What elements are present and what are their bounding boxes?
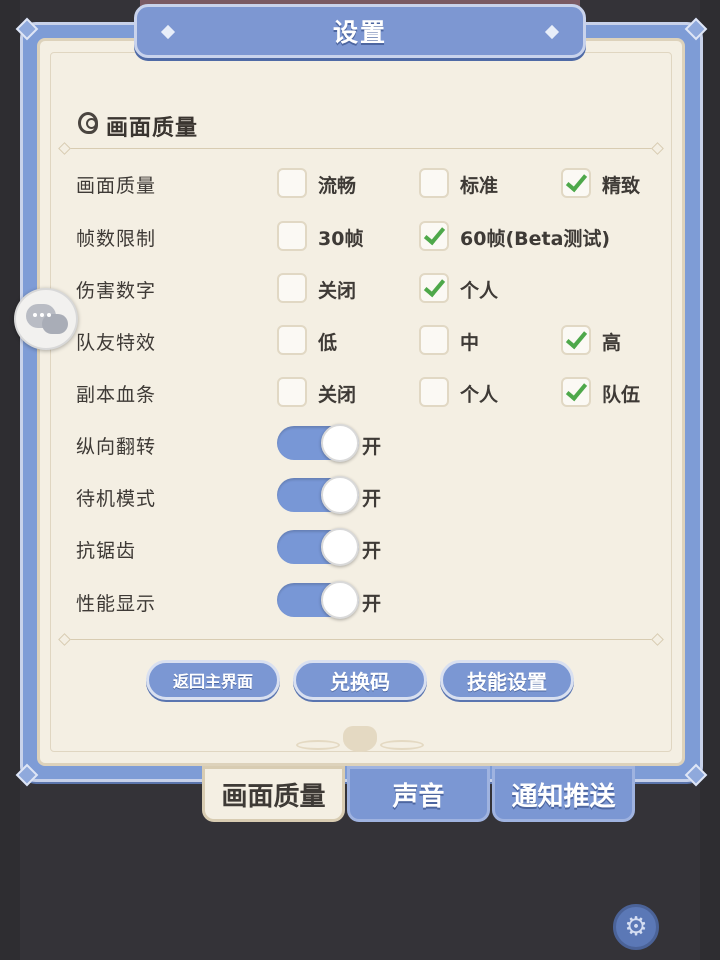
- ornament-swirl: [380, 740, 424, 750]
- gear-icon: ⚙: [624, 912, 648, 942]
- checkbox-hpbar-team[interactable]: [561, 377, 591, 407]
- option-label: 关闭: [318, 384, 357, 406]
- row-label-fps-limit: 帧数限制: [76, 228, 157, 250]
- frame-corner-ornament: [684, 17, 708, 41]
- tab-notifications[interactable]: 通知推送: [492, 766, 635, 822]
- checkbox-effects-low[interactable]: [277, 325, 307, 355]
- row-label-teammate-effects: 队友特效: [76, 332, 157, 354]
- option-label: 30帧: [318, 228, 364, 250]
- performance-display-toggle[interactable]: [277, 581, 359, 619]
- row-label-dungeon-hp-bar: 副本血条: [76, 384, 157, 406]
- standby-mode-toggle[interactable]: [277, 476, 359, 514]
- checkbox-standard[interactable]: [419, 168, 449, 198]
- ornament-swirl: [296, 740, 340, 750]
- option-label: 高: [602, 332, 622, 354]
- skill-settings-button[interactable]: 技能设置: [440, 660, 574, 700]
- chat-button[interactable]: [14, 288, 78, 350]
- cat-ornament-icon: [343, 726, 377, 752]
- checkbox-smooth[interactable]: [277, 168, 307, 198]
- checkbox-effects-high[interactable]: [561, 325, 591, 355]
- row-label-vertical-flip: 纵向翻转: [76, 436, 157, 458]
- option-label: 60帧(Beta测试): [460, 228, 611, 250]
- crystal-ball-icon: [78, 112, 98, 134]
- option-label: 中: [460, 332, 480, 354]
- chat-bubbles-icon: [42, 314, 68, 334]
- banner-diamond-icon: [544, 24, 560, 40]
- row-label-performance-display: 性能显示: [76, 593, 157, 615]
- checkbox-damage-personal[interactable]: [419, 273, 449, 303]
- option-label: 低: [318, 332, 338, 354]
- checkbox-fine[interactable]: [561, 168, 591, 198]
- checkbox-damage-off[interactable]: [277, 273, 307, 303]
- checkmark-icon: [565, 169, 588, 193]
- option-label: 关闭: [318, 280, 357, 302]
- row-label-damage-numbers: 伤害数字: [76, 280, 157, 302]
- checkbox-hpbar-personal[interactable]: [419, 377, 449, 407]
- toggle-knob: [321, 476, 359, 514]
- option-label: 标准: [460, 175, 499, 197]
- return-main-button[interactable]: 返回主界面: [146, 660, 280, 700]
- divider: [66, 639, 656, 640]
- row-label-standby-mode: 待机模式: [76, 488, 157, 510]
- option-label: 队伍: [602, 384, 641, 406]
- checkmark-icon: [565, 378, 588, 402]
- anti-aliasing-toggle[interactable]: [277, 528, 359, 566]
- toggle-state-label: 开: [362, 593, 382, 615]
- option-label: 个人: [460, 280, 499, 302]
- gear-button[interactable]: ⚙: [613, 904, 659, 950]
- checkbox-60fps[interactable]: [419, 221, 449, 251]
- dialog-title: 设置: [332, 18, 387, 47]
- tab-graphics-quality[interactable]: 画面质量: [202, 766, 345, 822]
- toggle-state-label: 开: [362, 436, 382, 458]
- chat-dot: [33, 313, 37, 317]
- checkbox-effects-medium[interactable]: [419, 325, 449, 355]
- row-label-quality: 画面质量: [76, 175, 157, 197]
- toggle-state-label: 开: [362, 540, 382, 562]
- tab-sound[interactable]: 声音: [347, 766, 490, 822]
- toggle-state-label: 开: [362, 488, 382, 510]
- vertical-flip-toggle[interactable]: [277, 424, 359, 462]
- toggle-knob: [321, 424, 359, 462]
- checkbox-hpbar-off[interactable]: [277, 377, 307, 407]
- banner-diamond-icon: [160, 24, 176, 40]
- option-label: 精致: [602, 175, 641, 197]
- checkmark-icon: [423, 222, 446, 246]
- section-title: 画面质量: [106, 116, 199, 141]
- option-label: 流畅: [318, 175, 357, 197]
- option-label: 个人: [460, 384, 499, 406]
- toggle-knob: [321, 581, 359, 619]
- toggle-knob: [321, 528, 359, 566]
- title-banner: 设置: [134, 4, 586, 58]
- row-label-anti-aliasing: 抗锯齿: [76, 540, 137, 562]
- chat-dot: [40, 313, 44, 317]
- redeem-code-button[interactable]: 兑换码: [293, 660, 427, 700]
- checkmark-icon: [423, 274, 446, 298]
- divider: [66, 148, 656, 149]
- chat-dot: [47, 313, 51, 317]
- checkmark-icon: [565, 326, 588, 350]
- checkbox-30fps[interactable]: [277, 221, 307, 251]
